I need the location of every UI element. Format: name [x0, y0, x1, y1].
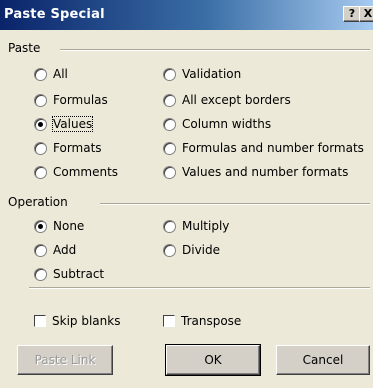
radio-button [34, 141, 47, 155]
radio-button [163, 93, 176, 107]
radio-button [34, 93, 47, 107]
checkbox-box [163, 315, 175, 327]
radio-operation-none[interactable]: None [34, 218, 84, 234]
radio-paste-comments[interactable]: Comments [34, 164, 118, 180]
radio-button-selected [34, 219, 47, 233]
radio-paste-validation[interactable]: Validation [163, 66, 241, 82]
dialog-title: Paste Special [4, 7, 105, 22]
cancel-button[interactable]: Cancel [276, 345, 370, 375]
radio-button [34, 243, 47, 257]
radio-label: Subtract [53, 267, 105, 281]
radio-button [34, 165, 47, 179]
radio-button [163, 219, 176, 233]
radio-paste-values-and-number-formats[interactable]: Values and number formats [163, 164, 348, 180]
title-bar[interactable]: Paste Special ? X [0, 0, 373, 30]
radio-label: Comments [53, 165, 119, 179]
radio-operation-multiply[interactable]: Multiply [163, 218, 229, 234]
radio-label: All except borders [182, 93, 291, 107]
checkbox-label: Skip blanks [52, 314, 121, 328]
radio-button [34, 67, 47, 81]
radio-paste-values[interactable]: Values [34, 116, 94, 132]
radio-button [163, 141, 176, 155]
radio-label: Formulas [53, 93, 108, 107]
radio-paste-formulas-and-number-formats[interactable]: Formulas and number formats [163, 140, 364, 156]
checkbox-box [34, 315, 46, 327]
radio-label: Divide [182, 243, 221, 257]
paste-special-dialog: Paste Special ? X Paste All Formulas Val… [0, 0, 373, 388]
radio-button [163, 243, 176, 257]
radio-paste-all[interactable]: All [34, 66, 68, 82]
checkbox-label: Transpose [181, 314, 242, 328]
radio-button [163, 117, 176, 131]
radio-label: All [53, 67, 68, 81]
radio-label: Values [51, 116, 94, 132]
radio-label: Values and number formats [182, 165, 349, 179]
radio-button [163, 165, 176, 179]
radio-button [163, 67, 176, 81]
radio-label: Column widths [182, 117, 272, 131]
radio-label: None [53, 219, 85, 233]
radio-label: Formulas and number formats [182, 141, 364, 155]
radio-label: Add [53, 243, 77, 257]
paste-group-line [60, 49, 370, 51]
skip-blanks-checkbox[interactable]: Skip blanks [34, 313, 120, 329]
ok-button[interactable]: OK [165, 344, 261, 376]
operation-group-line [100, 203, 370, 205]
transpose-checkbox[interactable]: Transpose [163, 313, 241, 329]
separator-line [29, 287, 370, 289]
operation-group-label: Operation [8, 195, 72, 209]
radio-button [34, 267, 47, 281]
radio-paste-formats[interactable]: Formats [34, 140, 102, 156]
radio-label: Multiply [182, 219, 230, 233]
radio-paste-all-except-borders[interactable]: All except borders [163, 92, 291, 108]
radio-button-selected [34, 117, 47, 131]
radio-paste-formulas[interactable]: Formulas [34, 92, 108, 108]
radio-label: Validation [182, 67, 242, 81]
radio-operation-add[interactable]: Add [34, 242, 76, 258]
radio-paste-column-widths[interactable]: Column widths [163, 116, 271, 132]
paste-group-label: Paste [8, 41, 45, 55]
radio-label: Formats [53, 141, 102, 155]
paste-link-button[interactable]: Paste Link [17, 345, 113, 375]
radio-operation-subtract[interactable]: Subtract [34, 266, 104, 282]
radio-operation-divide[interactable]: Divide [163, 242, 220, 258]
close-button[interactable]: X [359, 6, 373, 22]
